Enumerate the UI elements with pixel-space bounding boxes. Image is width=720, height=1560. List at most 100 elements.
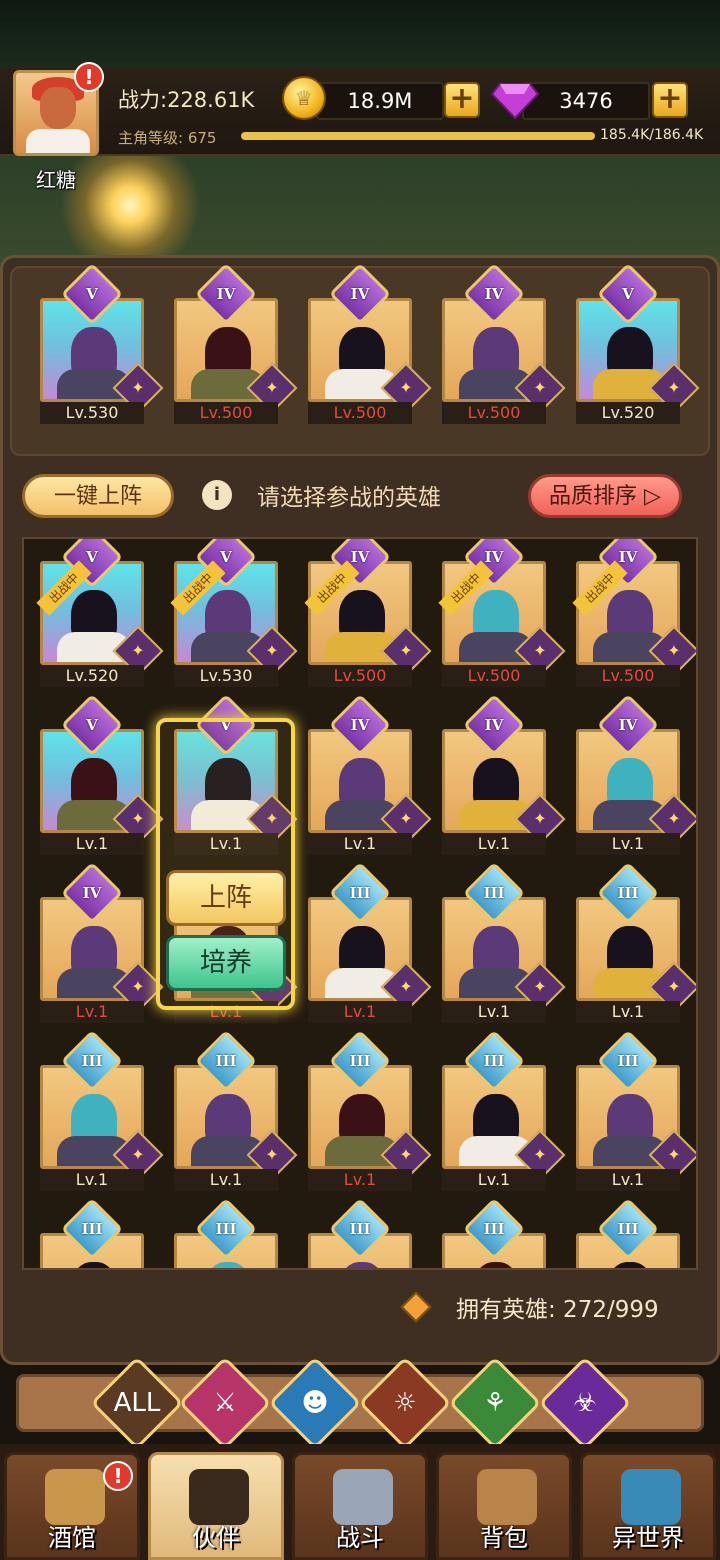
hero-level: Lv.500 — [174, 402, 278, 424]
info-icon[interactable]: i — [202, 480, 232, 510]
filter-all[interactable]: ALL — [90, 1356, 184, 1450]
rank-label: III — [81, 1052, 103, 1070]
rank-label: III — [349, 1220, 371, 1238]
tab-label: 战斗 — [336, 1524, 384, 1552]
rank-label: III — [617, 884, 639, 902]
hero-level: Lv.500 — [308, 402, 412, 424]
rank-label: III — [483, 884, 505, 902]
rank-label: III — [483, 1220, 505, 1238]
hero-level: Lv.1 — [174, 1169, 278, 1191]
hero-level: Lv.500 — [308, 665, 412, 687]
gold-coin-icon: ♕ — [282, 76, 326, 120]
hero-level: Lv.1 — [442, 1169, 546, 1191]
tab-label: 酒馆 — [48, 1524, 96, 1552]
quality-sort-button[interactable]: 品质排序 ▷ — [528, 474, 682, 518]
avatar-alert-icon: ! — [74, 62, 104, 92]
add-gems-button[interactable]: + — [652, 82, 688, 118]
quality-sort-label: 品质排序 — [549, 484, 638, 509]
xp-progress-bar — [241, 132, 596, 140]
hero-level: Lv.530 — [174, 665, 278, 687]
tab-2[interactable]: 伙伴 — [148, 1452, 284, 1560]
gem-display: 3476 — [522, 82, 650, 120]
helmet-icon: ⚔ — [213, 1388, 237, 1418]
hero-level: Lv.1 — [308, 833, 412, 855]
tavern-mug-icon — [45, 1469, 105, 1525]
hero-roster-grid[interactable]: ✦ V Lv.520 出战中 ✦ V Lv.530 出战中 ✦ IV Lv.500 出战中 ✦ IV Lv.… — [22, 537, 698, 1270]
filter-elf[interactable]: ⚘ — [448, 1356, 542, 1450]
hero-level: Lv.1 — [442, 1001, 546, 1023]
rank-label: III — [617, 1220, 639, 1238]
rank-label: III — [349, 1052, 371, 1070]
gem-icon — [490, 83, 540, 120]
rank-label: IV — [618, 716, 638, 734]
backpack-icon — [477, 1469, 537, 1525]
hero-level: Lv.520 — [576, 402, 680, 424]
rank-label: V — [86, 285, 98, 303]
hero-level: Lv.1 — [442, 833, 546, 855]
rank-label: IV — [484, 716, 504, 734]
hero-level: Lv.1 — [308, 1001, 412, 1023]
elf-icon: ⚘ — [483, 1388, 507, 1418]
rank-label: III — [215, 1220, 237, 1238]
lion-icon: ☼ — [393, 1388, 417, 1418]
rank-label: III — [349, 884, 371, 902]
rank-label: IV — [216, 285, 236, 303]
filter-knight[interactable]: ⚔ — [178, 1356, 272, 1450]
rank-label: III — [617, 1052, 639, 1070]
tab-label: 异世界 — [612, 1524, 684, 1552]
hero-level: Lv.1 — [40, 1001, 144, 1023]
tab-4[interactable]: 背包 — [436, 1452, 572, 1560]
tab-alert-icon: ! — [103, 1461, 133, 1491]
rank-label: IV — [350, 285, 370, 303]
hero-level: Lv.530 — [40, 402, 144, 424]
filter-demon[interactable]: ☣ — [538, 1356, 632, 1450]
hero-portrait — [607, 1262, 653, 1268]
hero-level-label: 主角等级: 675 — [118, 129, 217, 147]
crossed-swords-icon — [333, 1469, 393, 1525]
filter-beast[interactable]: ☼ — [358, 1356, 452, 1450]
rank-label: IV — [350, 716, 370, 734]
add-gold-button[interactable]: + — [444, 82, 480, 118]
gem-amount: 3476 — [559, 89, 613, 113]
hero-level: Lv.500 — [442, 402, 546, 424]
tab-5[interactable]: 异世界 — [580, 1452, 716, 1560]
team-lineup: ✦ V Lv.530 ✦ IV Lv.500 ✦ IV Lv.500 ✦ IV Lv.500 ✦ V Lv.… — [10, 262, 710, 456]
select-hint: 请选择参战的英雄 — [257, 485, 441, 511]
portal-icon — [621, 1469, 681, 1525]
rank-label: III — [483, 1052, 505, 1070]
demon-icon: ☣ — [573, 1388, 597, 1418]
gold-display: 18.9M — [316, 82, 444, 120]
partner-face-icon — [189, 1469, 249, 1525]
hero-level: Lv.1 — [576, 1001, 680, 1023]
train-button[interactable]: 培养 — [166, 935, 286, 991]
tab-3[interactable]: 战斗 — [292, 1452, 428, 1560]
hero-level: Lv.1 — [40, 833, 144, 855]
power-value: 战力:228.61K — [118, 88, 255, 112]
gold-amount: 18.9M — [347, 89, 413, 113]
hero-level: Lv.520 — [40, 665, 144, 687]
hero-level: Lv.500 — [442, 665, 546, 687]
xp-text: 185.4K/186.4K — [600, 127, 704, 143]
hero-level: Lv.1 — [308, 1169, 412, 1191]
rank-label: III — [215, 1052, 237, 1070]
player-name: 红糖 — [36, 168, 76, 192]
hero-level: Lv.1 — [576, 1169, 680, 1191]
deploy-button[interactable]: 上阵 — [166, 870, 286, 926]
hero-level: Lv.500 — [576, 665, 680, 687]
game-screen: { "player": {"name": "红糖", "power": "战力:… — [0, 0, 720, 1560]
rank-label: III — [81, 1220, 103, 1238]
spirit-face-icon: ☻ — [301, 1388, 329, 1418]
rank-label: V — [622, 285, 634, 303]
hero-level: Lv.1 — [576, 833, 680, 855]
tab-label: 背包 — [480, 1524, 528, 1552]
filter-spirit[interactable]: ☻ — [268, 1356, 362, 1450]
hero-level: Lv.1 — [40, 1169, 144, 1191]
tab-1[interactable]: 酒馆! — [4, 1452, 140, 1560]
tab-label: 伙伴 — [192, 1524, 240, 1552]
auto-deploy-button[interactable]: 一键上阵 — [22, 474, 174, 518]
hero-portrait — [339, 1262, 385, 1268]
filter-all-label: ALL — [113, 1388, 161, 1418]
hero-portrait — [205, 1262, 251, 1268]
hero-portrait — [473, 1262, 519, 1268]
hero-portrait — [71, 1262, 117, 1268]
